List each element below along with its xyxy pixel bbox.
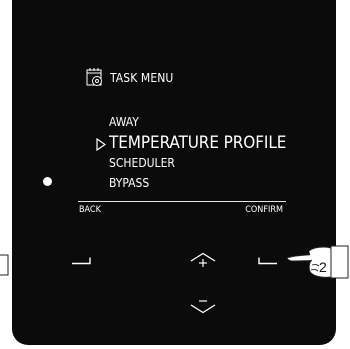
calendar-gear-icon [86, 68, 102, 86]
down-minus-icon[interactable] [190, 296, 216, 314]
pointer-triangle-icon [96, 138, 106, 151]
left-callout-tab [0, 254, 9, 276]
right-softkey-icon[interactable] [256, 256, 278, 266]
softkey-confirm-label: CONFIRM [245, 205, 283, 215]
softkey-divider [78, 201, 286, 202]
up-plus-icon[interactable] [190, 252, 216, 270]
menu-title: TASK MENU [110, 71, 174, 85]
menu-item-away[interactable]: AWAY [109, 115, 139, 129]
callout-number: 2 [319, 259, 327, 275]
softkey-back-label: BACK [79, 205, 101, 215]
menu-item-bypass[interactable]: BYPASS [109, 176, 149, 190]
menu-item-scheduler[interactable]: SCHEDULER [109, 156, 175, 170]
control-panel: TASK MENU AWAY TEMPERATURE PROFILE SCHED… [12, 0, 336, 345]
pointing-hand-icon [286, 245, 349, 279]
status-led [43, 177, 52, 186]
menu-item-temperature-profile[interactable]: TEMPERATURE PROFILE [109, 133, 286, 153]
display-screen: TASK MENU AWAY TEMPERATURE PROFILE SCHED… [75, 60, 289, 220]
left-softkey-icon[interactable] [71, 256, 93, 266]
